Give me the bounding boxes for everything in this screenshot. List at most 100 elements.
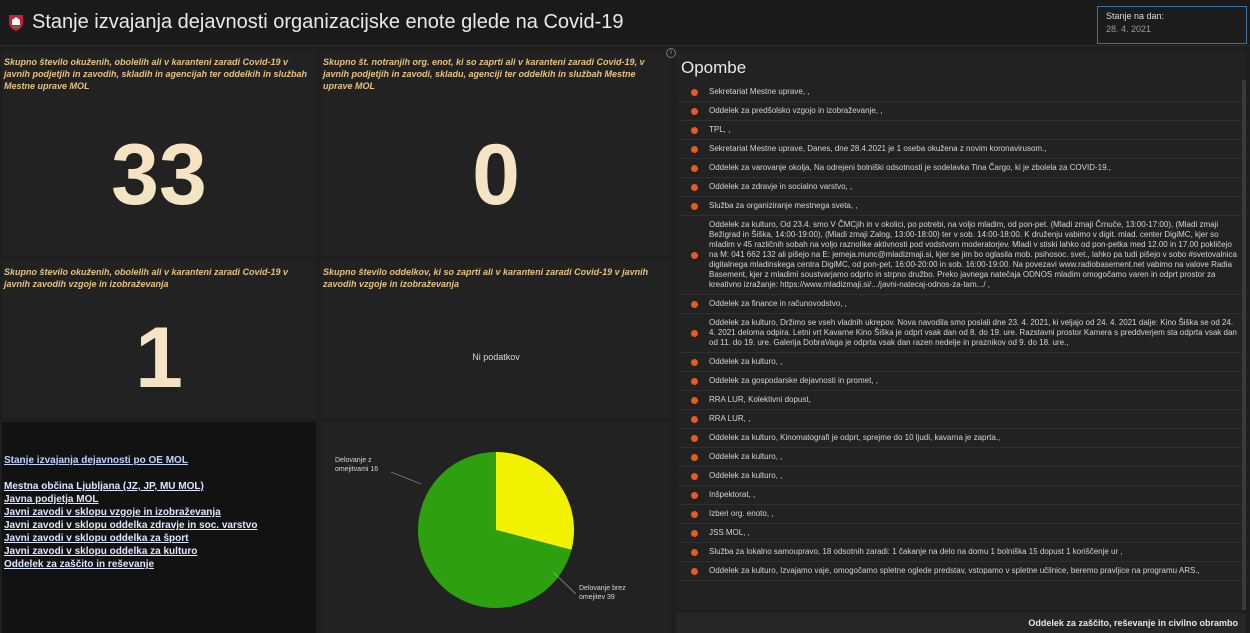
note-text: RRA LUR, Kolektivni dopust, <box>709 395 811 404</box>
note-item: Oddelek za kulturo, , <box>679 467 1242 486</box>
bullet-icon <box>691 127 698 134</box>
indicator-title: Skupno število okuženih, obolelih ali v … <box>4 57 308 91</box>
note-text: Inšpektorat, , <box>709 490 756 499</box>
indicator-infected-education: Skupno število okuženih, obolelih ali v … <box>2 260 316 418</box>
bullet-icon <box>691 397 698 404</box>
bullet-icon <box>691 146 698 153</box>
note-item: Oddelek za finance in računovodstvo, , <box>679 295 1242 314</box>
note-item: JSS MOL, , <box>679 524 1242 543</box>
bullet-icon <box>691 435 698 442</box>
link-sport-institutes[interactable]: Javni zavodi v sklopu oddelka za šport <box>4 532 257 545</box>
bullet-icon <box>691 252 698 259</box>
note-text: TPL, , <box>709 125 731 134</box>
indicator-value: 0 <box>472 127 520 223</box>
note-text: Oddelek za kulturo, Držimo se vseh vladn… <box>709 318 1237 347</box>
note-item: Sekretariat Mestne uprave, Danes, dne 28… <box>679 140 1242 159</box>
bullet-icon <box>691 492 698 499</box>
indicator-title: Skupno št. notranjih org. enot, ki so za… <box>323 57 645 91</box>
bullet-icon <box>691 378 698 385</box>
indicator-title: Skupno število okuženih, obolelih ali v … <box>4 267 289 289</box>
indicator-closed-classes: Skupno število oddelkov, ki so zaprti al… <box>321 260 671 418</box>
note-text: Oddelek za zdravje in socialno varstvo, … <box>709 182 853 191</box>
note-text: Sekretariat Mestne uprave, Danes, dne 28… <box>709 144 1047 153</box>
bullet-icon <box>691 203 698 210</box>
note-text: Oddelek za kulturo, Od 23.4. smo V ČMCji… <box>709 220 1237 289</box>
note-text: Sekretariat Mestne uprave, , <box>709 87 810 96</box>
pie-leader-line <box>552 571 577 595</box>
note-item: Oddelek za varovanje okolja, Na odrejeni… <box>679 159 1242 178</box>
note-text: Oddelek za varovanje okolja, Na odrejeni… <box>709 163 1111 172</box>
note-item: Oddelek za kulturo, , <box>679 448 1242 467</box>
no-data-text: Ni podatkov <box>472 352 520 362</box>
info-icon[interactable]: i <box>666 48 676 58</box>
link-health-institutes[interactable]: Javni zavodi v sklopu oddelka zdravje in… <box>4 519 257 532</box>
note-text: Oddelek za kulturo, Izvajamo vaje, omogo… <box>709 566 1200 575</box>
bullet-icon <box>691 359 698 366</box>
link-public-companies[interactable]: Javna podjetja MOL <box>4 493 257 506</box>
note-item: Oddelek za kulturo, , <box>679 353 1242 372</box>
header-bar: Stanje izvajanja dejavnosti organizacijs… <box>0 0 1250 46</box>
note-item: RRA LUR, Kolektivni dopust, <box>679 391 1242 410</box>
bullet-icon <box>691 568 698 575</box>
note-item: Oddelek za kulturo, Držimo se vseh vladn… <box>679 314 1242 353</box>
link-education-institutes[interactable]: Javni zavodi v sklopu vzgoje in izobraže… <box>4 506 257 519</box>
notes-panel: Opombe Sekretariat Mestne uprave, , Oddel… <box>676 50 1246 610</box>
note-text: Oddelek za finance in računovodstvo, , <box>709 299 847 308</box>
date-indicator: Stanje na dan: 28. 4. 2021 <box>1097 6 1247 44</box>
link-mol[interactable]: Mestna občina Ljubljana (JZ, JP, MU MOL) <box>4 480 257 493</box>
notes-title: Opombe <box>681 58 747 77</box>
note-text: Služba za organiziranje mestnega sveta, … <box>709 201 858 210</box>
indicator-closed-units: Skupno št. notranjih org. enot, ki so za… <box>321 50 671 256</box>
page-title: Stanje izvajanja dejavnosti organizacijs… <box>32 11 624 33</box>
bullet-icon <box>691 330 698 337</box>
status-links-panel: Stanje izvajanja dejavnosti po OE MOL Me… <box>2 422 316 633</box>
bullet-icon <box>691 511 698 518</box>
link-civil-protection[interactable]: Oddelek za zaščito in reševanje <box>4 558 257 571</box>
note-text: Oddelek za gospodarske dejavnosti in pro… <box>709 376 878 385</box>
pie-chart-panel: Delovanje z omejitvami 16 Delovanje brez om… <box>321 422 671 633</box>
note-item: Oddelek za kulturo, Izvajamo vaje, omogo… <box>679 562 1242 581</box>
bullet-icon <box>691 301 698 308</box>
coat-of-arms-icon <box>9 15 23 31</box>
bullet-icon <box>691 549 698 556</box>
footer-panel: Oddelek za zaščito, reševanje in civilno… <box>676 613 1246 633</box>
pie-chart: Delovanje z omejitvami 16 Delovanje brez om… <box>335 452 626 608</box>
bullet-icon <box>691 184 698 191</box>
note-item: Oddelek za predšolsko vzgojo in izobraže… <box>679 102 1242 121</box>
note-item: Služba za lokalno samoupravo, 18 odsotni… <box>679 543 1242 562</box>
note-item: Oddelek za kulturo, Kinomatografi je odp… <box>679 429 1242 448</box>
note-text: Služba za lokalno samoupravo, 18 odsotni… <box>709 547 1123 556</box>
bullet-icon <box>691 530 698 537</box>
footer-text: Oddelek za zaščito, reševanje in civilno… <box>1028 618 1238 628</box>
indicator-value: 33 <box>111 127 207 223</box>
note-item: Oddelek za zdravje in socialno varstvo, … <box>679 178 1242 197</box>
notes-list: Sekretariat Mestne uprave, , Oddelek za p… <box>679 83 1242 581</box>
indicator-infected-total: Skupno število okuženih, obolelih ali v … <box>2 50 316 256</box>
date-value: 28. 4. 2021 <box>1106 24 1152 34</box>
pie-slice-label: Delovanje brez omejitev 39 <box>579 585 626 601</box>
note-text: RRA LUR, , <box>709 414 751 423</box>
note-text: Izberi org. enoto, , <box>709 509 774 518</box>
note-text: Oddelek za kulturo, , <box>709 452 783 461</box>
note-text: Oddelek za kulturo, , <box>709 471 783 480</box>
link-culture-institutes[interactable]: Javni zavodi v sklopu oddelka za kulturo <box>4 545 257 558</box>
note-text: Oddelek za predšolsko vzgojo in izobraže… <box>709 106 883 115</box>
date-label: Stanje na dan: <box>1106 11 1165 21</box>
bullet-icon <box>691 454 698 461</box>
pie-leader-line <box>390 471 422 485</box>
bullet-icon <box>691 89 698 96</box>
pie-slice-label: Delovanje z omejitvami 16 <box>335 457 378 473</box>
note-item: TPL, , <box>679 121 1242 140</box>
bullet-icon <box>691 108 698 115</box>
note-item: Služba za organiziranje mestnega sveta, … <box>679 197 1242 216</box>
bullet-icon <box>691 416 698 423</box>
note-item: Oddelek za gospodarske dejavnosti in pro… <box>679 372 1242 391</box>
status-links-heading[interactable]: Stanje izvajanja dejavnosti po OE MOL <box>4 455 257 466</box>
notes-scrollbar[interactable] <box>1242 80 1246 610</box>
note-item: Oddelek za kulturo, Od 23.4. smo V ČMCji… <box>679 216 1242 295</box>
note-item: RRA LUR, , <box>679 410 1242 429</box>
note-item: Inšpektorat, , <box>679 486 1242 505</box>
note-text: Oddelek za kulturo, Kinomatografi je odp… <box>709 433 1001 442</box>
note-text: JSS MOL, , <box>709 528 750 537</box>
note-text: Oddelek za kulturo, , <box>709 357 783 366</box>
